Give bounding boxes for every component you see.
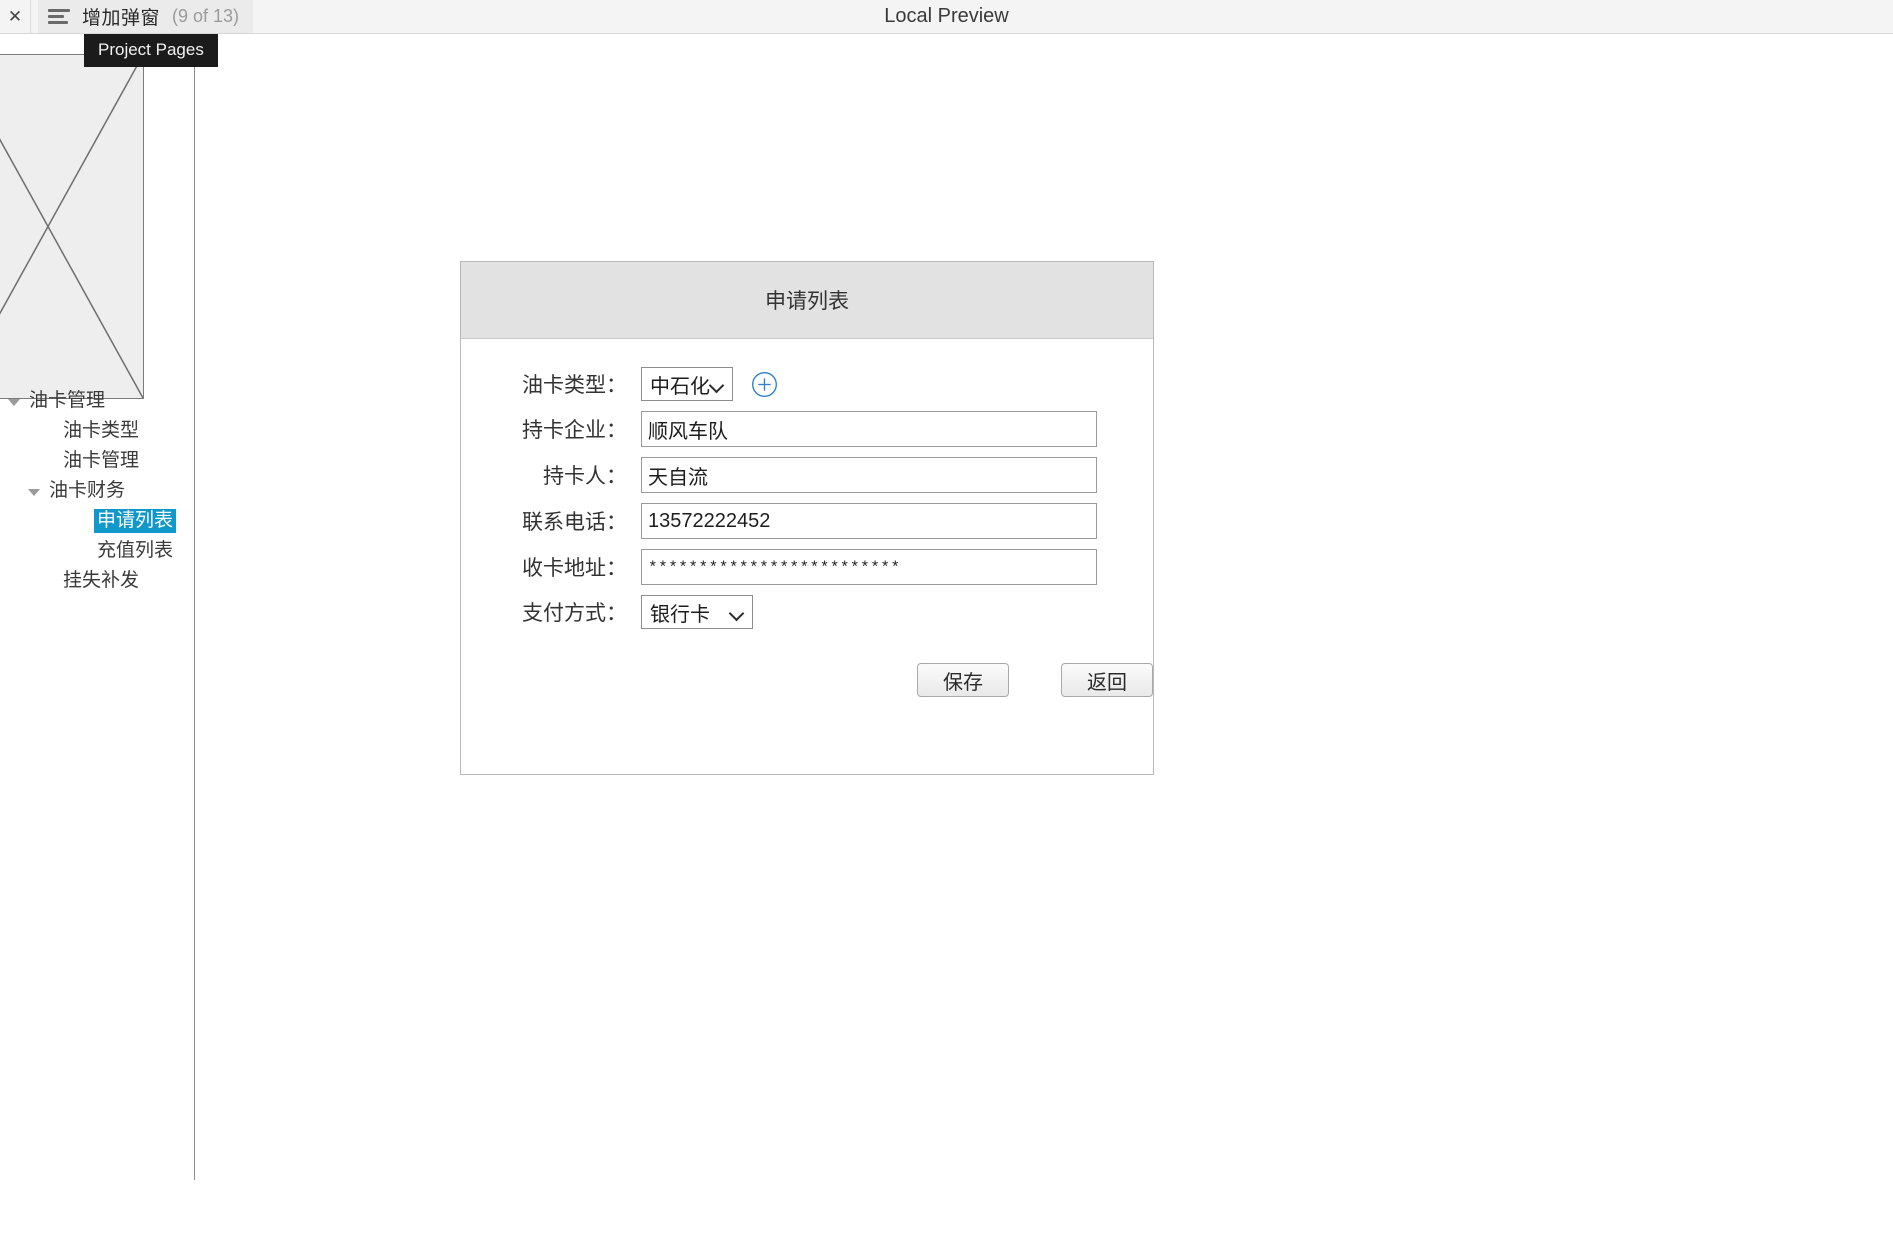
- preview-canvas: 申请列表 油卡类型： 中石化 持卡企业：: [196, 35, 1893, 1245]
- tree-item-label: 申请列表: [94, 509, 176, 533]
- top-bar: Local Preview ✕ 增加弹窗 (9 of 13): [0, 0, 1893, 34]
- tree-item-2[interactable]: 油卡管理: [0, 446, 194, 476]
- page-title: 增加弹窗: [82, 3, 160, 30]
- chevron-down-icon: [730, 608, 744, 617]
- form-row-company: 持卡企业：: [461, 411, 1153, 447]
- holder-label: 持卡人：: [461, 460, 641, 490]
- tree-spacer: [74, 543, 90, 559]
- tree-item-1[interactable]: 油卡类型: [0, 416, 194, 446]
- crossed-box-icon: [0, 55, 143, 398]
- form-actions: 保存 返回: [461, 663, 1153, 697]
- payment-select[interactable]: 银行卡: [641, 595, 753, 629]
- tree-spacer: [40, 573, 56, 589]
- phone-label: 联系电话：: [461, 506, 641, 536]
- tree-item-label: 油卡财务: [46, 479, 128, 503]
- project-pages-panel: 油卡管理油卡类型油卡管理油卡财务申请列表充值列表挂失补发: [0, 34, 195, 1179]
- preview-title: Local Preview: [0, 0, 1893, 33]
- tree-item-label: 油卡类型: [60, 419, 142, 443]
- address-label: 收卡地址：: [461, 552, 641, 582]
- card-type-value: 中石化: [642, 370, 710, 399]
- tree-item-6[interactable]: 挂失补发: [0, 566, 194, 596]
- card-type-select[interactable]: 中石化: [641, 367, 733, 401]
- payment-value: 银行卡: [642, 598, 710, 627]
- page-tree[interactable]: 油卡管理油卡类型油卡管理油卡财务申请列表充值列表挂失补发: [0, 386, 194, 596]
- tree-item-label: 油卡管理: [26, 389, 108, 413]
- plus-circle-icon[interactable]: [751, 371, 778, 398]
- hamburger-icon[interactable]: [48, 9, 70, 24]
- panel-divider: [194, 34, 195, 1180]
- form-row-payment: 支付方式： 银行卡: [461, 595, 1153, 629]
- tree-item-label: 挂失补发: [60, 569, 142, 593]
- form-row-address: 收卡地址：: [461, 549, 1153, 585]
- application-form-panel: 申请列表 油卡类型： 中石化 持卡企业：: [460, 261, 1154, 775]
- close-icon: ✕: [8, 8, 22, 25]
- company-input[interactable]: [641, 411, 1097, 447]
- chevron-down-icon: [710, 380, 724, 389]
- tree-item-5[interactable]: 充值列表: [0, 536, 194, 566]
- payment-label: 支付方式：: [461, 597, 641, 627]
- company-label: 持卡企业：: [461, 414, 641, 444]
- form-row-phone: 联系电话：: [461, 503, 1153, 539]
- tree-spacer: [74, 513, 90, 529]
- page-selector-chip[interactable]: 增加弹窗 (9 of 13): [38, 0, 253, 33]
- tree-item-0[interactable]: 油卡管理: [0, 386, 194, 416]
- tooltip-project-pages: Project Pages: [84, 34, 218, 67]
- back-button[interactable]: 返回: [1061, 663, 1153, 697]
- form-body: 油卡类型： 中石化 持卡企业： 持卡人：: [461, 339, 1153, 697]
- tree-item-label: 油卡管理: [60, 449, 142, 473]
- caret-down-icon[interactable]: [26, 483, 42, 499]
- address-input[interactable]: [641, 549, 1097, 585]
- close-button[interactable]: ✕: [0, 0, 31, 33]
- form-row-holder: 持卡人：: [461, 457, 1153, 493]
- holder-input[interactable]: [641, 457, 1097, 493]
- tree-item-label: 充值列表: [94, 539, 176, 563]
- save-button[interactable]: 保存: [917, 663, 1009, 697]
- card-type-label: 油卡类型：: [461, 369, 641, 399]
- form-row-card-type: 油卡类型： 中石化: [461, 367, 1153, 401]
- tree-spacer: [40, 453, 56, 469]
- phone-input[interactable]: [641, 503, 1097, 539]
- tree-spacer: [40, 423, 56, 439]
- tree-item-3[interactable]: 油卡财务: [0, 476, 194, 506]
- page-count: (9 of 13): [172, 6, 239, 27]
- thumbnail-placeholder: [0, 54, 144, 399]
- caret-down-icon[interactable]: [6, 393, 22, 409]
- tree-item-4[interactable]: 申请列表: [0, 506, 194, 536]
- form-panel-title: 申请列表: [461, 262, 1153, 339]
